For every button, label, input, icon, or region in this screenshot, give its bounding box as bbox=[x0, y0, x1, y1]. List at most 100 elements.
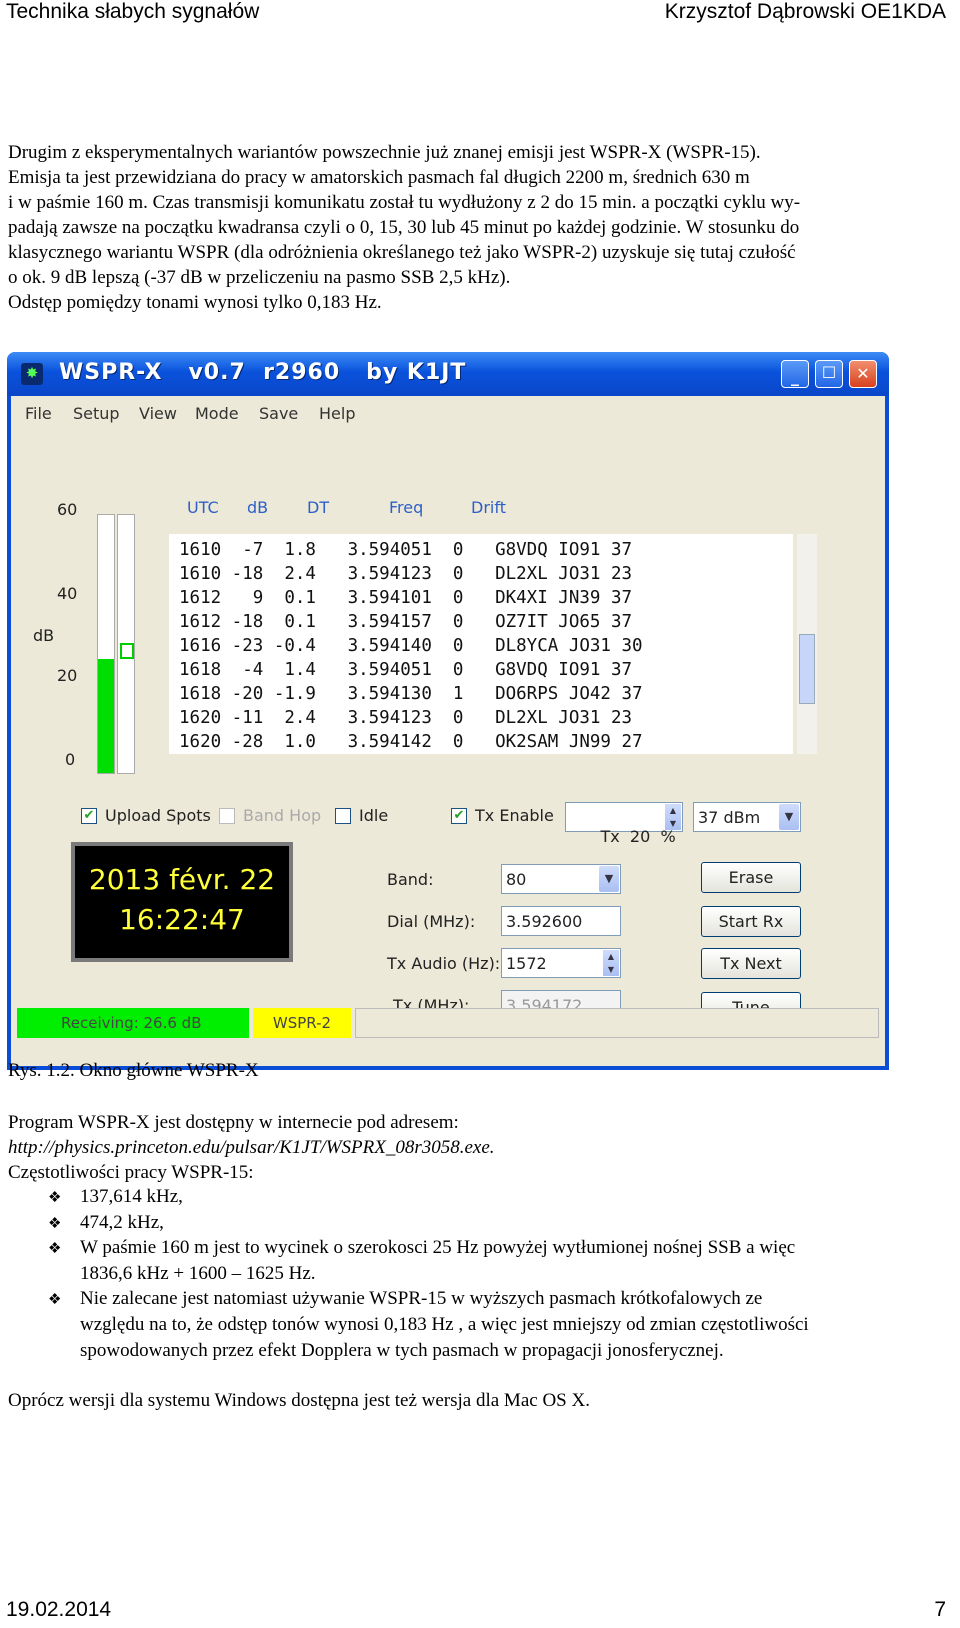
tx-enable-label: Tx Enable bbox=[475, 806, 554, 825]
header-title: Technika słabych sygnałów bbox=[6, 0, 260, 23]
app-icon: ✸ bbox=[21, 363, 43, 385]
mode-status: WSPR-2 bbox=[253, 1008, 351, 1038]
col-drift: Drift bbox=[471, 498, 506, 517]
bullet-text: względu na to, że odstęp tonów wynosi 0,… bbox=[80, 1314, 809, 1335]
bullet-icon: ❖ bbox=[48, 1241, 62, 1257]
figure-caption: Rys. 1.2. Okno główne WSPR-X bbox=[8, 1060, 259, 1081]
menu-help[interactable]: Help bbox=[319, 404, 355, 423]
frequency-heading: Częstotliwości pracy WSPR-15: bbox=[8, 1162, 254, 1183]
col-db: dB bbox=[247, 498, 269, 517]
bullet-text: Nie zalecane jest natomiast używanie WSP… bbox=[80, 1288, 763, 1309]
receiving-status: Receiving: 26.6 dB bbox=[17, 1008, 249, 1038]
menu-mode[interactable]: Mode bbox=[195, 404, 239, 423]
window-client: File Setup View Mode Save Help 60 40 dB … bbox=[11, 396, 885, 1066]
intro-line: Emisja ta jest przewidziana do pracy w a… bbox=[8, 167, 750, 188]
download-link[interactable]: http://physics.princeton.edu/pulsar/K1JT… bbox=[8, 1135, 948, 1160]
clock-time: 16:22:47 bbox=[119, 903, 245, 936]
intro-line: i w paśmie 160 m. Czas transmisji komuni… bbox=[8, 192, 801, 213]
bullet-text: spowodowanych przez efekt Dopplera w tyc… bbox=[80, 1340, 724, 1361]
bullet-item: 137,614 kHz, bbox=[80, 1184, 950, 1210]
decode-row: 1616 -23 -0.4 3.594140 0 DL8YCA JO31 30 bbox=[179, 636, 643, 656]
spin-arrows-icon[interactable]: ▲ ▼ bbox=[603, 950, 619, 976]
meter-tick: 60 bbox=[57, 500, 78, 519]
utc-clock: 2013 févr. 22 16:22:47 bbox=[71, 842, 293, 962]
menu-bar: File Setup View Mode Save Help bbox=[11, 396, 885, 430]
band-hop-label: Band Hop bbox=[243, 806, 322, 825]
wsprx-window: ✸ WSPR-X v0.7 r2960 by K1JT _ ☐ ✕ File S… bbox=[7, 352, 889, 1070]
meter-tick: 20 bbox=[57, 666, 78, 685]
intro-paragraph: Drugim z eksperymentalnych wariantów pow… bbox=[8, 140, 948, 315]
title-bar[interactable]: ✸ WSPR-X v0.7 r2960 by K1JT _ ☐ ✕ bbox=[7, 352, 889, 396]
maximize-icon[interactable]: ☐ bbox=[815, 360, 843, 388]
menu-view[interactable]: View bbox=[139, 404, 177, 423]
bullet-text: 137,614 kHz, bbox=[80, 1186, 183, 1207]
status-empty bbox=[355, 1008, 879, 1038]
meter-unit: dB bbox=[33, 626, 55, 645]
power-select[interactable]: 37 dBm ▼ bbox=[693, 802, 801, 832]
decode-row: 1612 9 0.1 3.594101 0 DK4XI JN39 37 bbox=[179, 588, 633, 608]
decode-row: 1618 -20 -1.9 3.594130 1 DO6RPS JO42 37 bbox=[179, 684, 643, 704]
page-number: 7 bbox=[934, 1598, 946, 1621]
menu-file[interactable]: File bbox=[25, 404, 52, 423]
col-utc: UTC bbox=[187, 498, 219, 517]
bullet-text: W paśmie 160 m jest to wycinek o szeroko… bbox=[80, 1237, 796, 1258]
spin-arrows-icon[interactable]: ▲ ▼ bbox=[665, 804, 681, 830]
header-author: Krzysztof Dąbrowski OE1KDA bbox=[664, 0, 946, 23]
bullet-icon: ❖ bbox=[48, 1216, 62, 1232]
decode-row: 1620 -28 1.0 3.594142 0 OK2SAM JN99 27 bbox=[179, 732, 643, 752]
bullet-item: W paśmie 160 m jest to wycinek o szeroko… bbox=[80, 1235, 950, 1287]
tx-percent-spinner[interactable]: Tx 20 % ▲ ▼ bbox=[565, 802, 683, 846]
meter-tick: 40 bbox=[57, 584, 78, 603]
bullet-icon: ❖ bbox=[48, 1190, 62, 1206]
start-rx-button[interactable]: Start Rx bbox=[701, 906, 801, 937]
signal-meter-peak bbox=[117, 514, 135, 774]
decode-row: 1618 -4 1.4 3.594051 0 G8VDQ IO91 37 bbox=[179, 660, 633, 680]
decode-scrollbar[interactable] bbox=[797, 534, 817, 754]
dial-input[interactable]: 3.592600 bbox=[501, 906, 621, 936]
window-title: WSPR-X v0.7 r2960 by K1JT bbox=[59, 360, 467, 385]
erase-button[interactable]: Erase bbox=[701, 862, 801, 893]
upload-spots-checkbox[interactable]: ✔ bbox=[81, 808, 97, 824]
intro-line: Odstęp pomiędzy tonami wynosi tylko 0,18… bbox=[8, 292, 382, 313]
clock-date: 2013 févr. 22 bbox=[88, 863, 276, 896]
bullet-icon: ❖ bbox=[48, 1292, 62, 1308]
tx-audio-label: Tx Audio (Hz): bbox=[387, 954, 501, 973]
chevron-down-icon[interactable]: ▼ bbox=[779, 804, 799, 830]
signal-meter-fill bbox=[98, 658, 114, 773]
footer-date: 19.02.2014 bbox=[6, 1598, 112, 1621]
idle-checkbox[interactable] bbox=[335, 808, 351, 824]
minimize-icon[interactable]: _ bbox=[781, 360, 809, 388]
bullet-item: 474,2 kHz, bbox=[80, 1210, 950, 1236]
close-icon[interactable]: ✕ bbox=[849, 360, 877, 388]
tx-next-button[interactable]: Tx Next bbox=[701, 948, 801, 979]
meter-tick: 0 bbox=[65, 750, 76, 769]
band-select[interactable]: 80 ▼ bbox=[501, 864, 621, 894]
band-hop-checkbox bbox=[219, 808, 235, 824]
decode-row: 1612 -18 0.1 3.594157 0 OZ7IT JO65 37 bbox=[179, 612, 633, 632]
signal-meter bbox=[97, 514, 115, 774]
dial-label: Dial (MHz): bbox=[387, 912, 476, 931]
decode-row: 1610 -18 2.4 3.594123 0 DL2XL JO31 23 bbox=[179, 564, 633, 584]
bullet-item: Nie zalecane jest natomiast używanie WSP… bbox=[80, 1286, 950, 1364]
decode-list[interactable]: 1610 -7 1.8 3.594051 0 G8VDQ IO91 37 161… bbox=[169, 534, 793, 754]
menu-save[interactable]: Save bbox=[259, 404, 298, 423]
intro-line: Drugim z eksperymentalnych wariantów pow… bbox=[8, 142, 761, 163]
intro-line: klasycznego wariantu WSPR (dla odróżnien… bbox=[8, 242, 796, 263]
intro-line: o ok. 9 dB lepszą (-37 dB w przeliczeniu… bbox=[8, 267, 511, 288]
tx-audio-spinner[interactable]: 1572 ▲ ▼ bbox=[501, 948, 621, 978]
col-dt: DT bbox=[307, 498, 330, 517]
closing-text: Oprócz wersji dla systemu Windows dostęp… bbox=[8, 1390, 590, 1411]
availability-text: Program WSPR-X jest dostępny w interneci… bbox=[8, 1112, 459, 1133]
tx-enable-checkbox[interactable]: ✔ bbox=[451, 808, 467, 824]
band-label: Band: bbox=[387, 870, 434, 889]
intro-line: padają zawsze na początku kwadransa czyl… bbox=[8, 217, 800, 238]
menu-setup[interactable]: Setup bbox=[73, 404, 120, 423]
chevron-down-icon[interactable]: ▼ bbox=[599, 866, 619, 892]
col-freq: Freq bbox=[389, 498, 424, 517]
decode-row: 1620 -11 2.4 3.594123 0 DL2XL JO31 23 bbox=[179, 708, 633, 728]
idle-label: Idle bbox=[359, 806, 389, 825]
upload-spots-label: Upload Spots bbox=[105, 806, 211, 825]
bullet-text: 474,2 kHz, bbox=[80, 1212, 164, 1233]
bullet-text: 1836,6 kHz + 1600 – 1625 Hz. bbox=[80, 1263, 316, 1284]
decode-row: 1610 -7 1.8 3.594051 0 G8VDQ IO91 37 bbox=[179, 540, 633, 560]
